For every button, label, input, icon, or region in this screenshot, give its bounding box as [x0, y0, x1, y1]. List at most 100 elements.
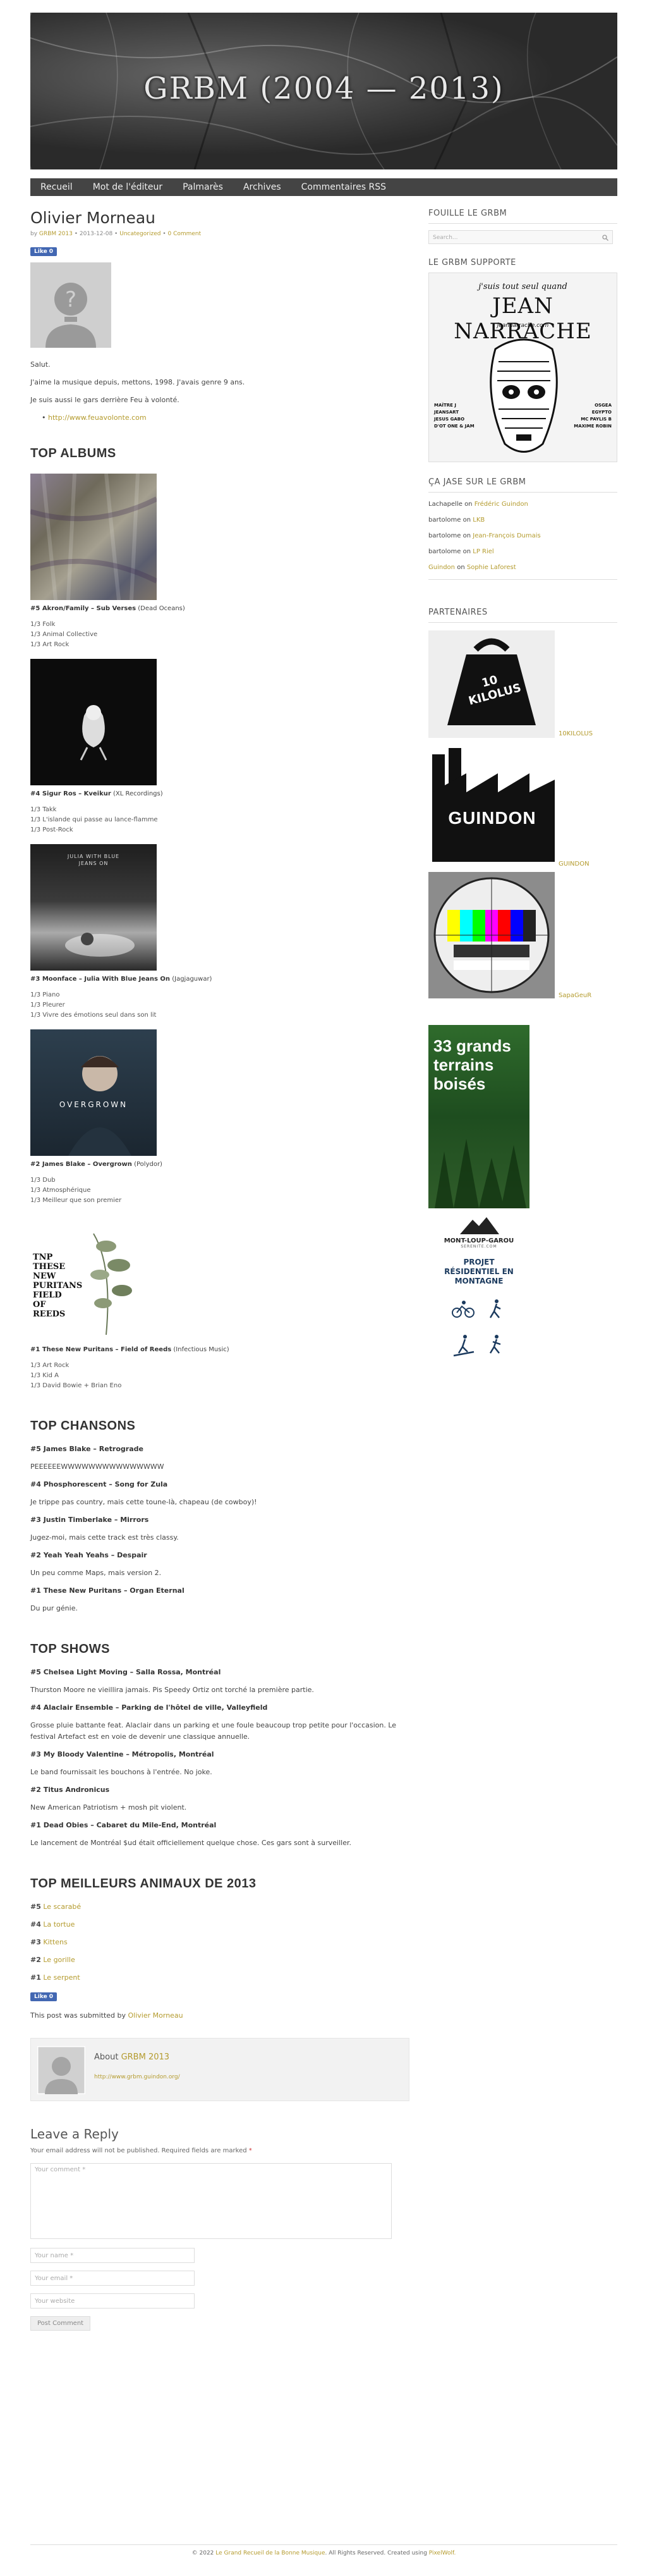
show-note: Thurston Moore ne vieillira jamais. Pis … — [30, 1686, 314, 1694]
partner-link[interactable]: 10KILOLUS — [559, 730, 593, 737]
comment-textarea[interactable]: Your comment * — [30, 2163, 392, 2239]
album-item: OVERGROWN #2 James Blake – Overgrown (Po… — [30, 1029, 409, 1206]
comment-post-link[interactable]: Jean-François Dumais — [473, 532, 540, 539]
search-icon[interactable] — [602, 235, 608, 241]
song-title: #2 Yeah Yeah Yeahs – Despair — [30, 1551, 147, 1559]
song-title: #5 James Blake – Retrograde — [30, 1445, 143, 1453]
show-title: #2 Titus Andronicus — [30, 1786, 110, 1794]
footer-theme-link[interactable]: PixelWolf. — [429, 2550, 456, 2556]
album-note: 1/3 Folk — [30, 621, 56, 628]
submitted-author-link[interactable]: Olivier Morneau — [128, 2011, 183, 2020]
song-title: #1 These New Puritans – Organ Eternal — [30, 1586, 184, 1595]
nav-item-rss[interactable]: Commentaires RSS — [291, 178, 396, 196]
partner-logo-guindon[interactable]: GUINDON — [428, 748, 555, 862]
animal-link[interactable]: La tortue — [43, 1920, 75, 1929]
intro-line-3: Je suis aussi le gars derrière Feu à vol… — [30, 396, 179, 404]
album-note: 1/3 Vivre des émotions seul dans son lit — [30, 1012, 157, 1019]
nav-item-editeur[interactable]: Mot de l'éditeur — [83, 178, 172, 196]
album-note: 1/3 Meilleur que son premier — [30, 1197, 122, 1204]
album-note: 1/3 Kid A — [30, 1372, 59, 1379]
email-field[interactable]: Your email * — [30, 2271, 195, 2286]
site-title[interactable]: GRBM (2004 — 2013) — [30, 71, 617, 106]
partner-logo-sapageur[interactable] — [428, 872, 555, 998]
partner-item: SapaGeuR — [428, 872, 617, 1002]
about-name-link[interactable]: GRBM 2013 — [121, 2052, 169, 2062]
comment-post-link[interactable]: LP Riel — [473, 548, 493, 555]
album-label: (Jagjaguwar) — [172, 976, 212, 983]
album-note: 1/3 L'islande qui passe au lance-flamme — [30, 816, 158, 823]
mont-loup-garou-ad[interactable]: 33 grands terrains boisés MONT-LOUP-GARO… — [428, 1025, 529, 1404]
animal-rank: #5 — [30, 1903, 41, 1911]
footer-site-link[interactable]: Le Grand Recueil de la Bonne Musique — [215, 2550, 325, 2556]
mask-face-icon — [490, 338, 558, 453]
site-banner[interactable]: GRBM (2004 — 2013) — [30, 13, 617, 169]
song-note: Je trippe pas country, mais cette toune-… — [30, 1498, 257, 1506]
album-cover-overgrown[interactable]: OVERGROWN — [30, 1029, 157, 1156]
album-item: #5 Akron/Family – Sub Verses (Dead Ocean… — [30, 474, 409, 650]
feu-a-volonte-link[interactable]: http://www.feuavolonte.com — [48, 414, 147, 422]
main-nav: Recueil Mot de l'éditeur Palmarès Archiv… — [30, 178, 617, 196]
recent-comments-list: Lachapelle on Frédéric Guindon bartolome… — [428, 496, 617, 580]
required-star: * — [248, 2147, 252, 2154]
show-title: #1 Dead Obies – Cabaret du Mile-End, Mon… — [30, 1821, 217, 1829]
album-item: JULIA WITH BLUE JEANS ON #3 Moonface – J… — [30, 844, 409, 1021]
partner-link[interactable]: GUINDON — [559, 861, 590, 868]
facebook-like-button[interactable]: Like 0 — [30, 247, 57, 256]
meta-category-link[interactable]: Uncategorized — [119, 231, 160, 237]
animals-heading: TOP MEILLEURS ANIMAUX DE 2013 — [30, 1877, 257, 1891]
animal-link[interactable]: Le serpent — [43, 1973, 80, 1982]
song-note: Du pur génie. — [30, 1604, 78, 1612]
album-note: 1/3 Pleurer — [30, 1002, 65, 1009]
meta-comments-link[interactable]: 0 Comment — [167, 231, 201, 237]
album-note: 1/3 Piano — [30, 991, 60, 998]
partner-item: 10 KILOLUS 10KILOLUS — [428, 630, 617, 740]
meta-author-link[interactable]: GRBM 2013 — [39, 231, 73, 237]
poster-credit: JESUS GABO — [434, 417, 465, 422]
nav-item-archives[interactable]: Archives — [233, 178, 291, 196]
website-field[interactable]: Your website — [30, 2293, 195, 2309]
nav-item-recueil[interactable]: Recueil — [30, 178, 83, 196]
svg-text:?: ? — [65, 287, 76, 312]
album-cover-moonface[interactable]: JULIA WITH BLUE JEANS ON — [30, 844, 157, 971]
post-title[interactable]: Olivier Morneau — [30, 209, 409, 227]
facebook-like-button-bottom[interactable]: Like 0 — [30, 1992, 57, 2001]
poster-credits-left: MAÎTRE J JEANSART JESUS GABO D'OT ONE & … — [434, 402, 475, 430]
comment-post-link[interactable]: Frédéric Guindon — [475, 501, 528, 508]
search-widget-title: FOUILLE LE GRBM — [428, 209, 617, 224]
albums-heading: TOP ALBUMS — [30, 446, 116, 460]
album-cover-kveikur[interactable] — [30, 659, 157, 785]
site-footer: © 2022 Le Grand Recueil de la Bonne Musi… — [30, 2544, 617, 2556]
album-label: (Dead Oceans) — [138, 605, 185, 612]
about-label: About — [94, 2052, 119, 2062]
post-meta: by GRBM 2013 • 2013-12-08 • Uncategorize… — [30, 231, 409, 237]
comment-post-link[interactable]: Sophie Laforest — [467, 564, 516, 571]
comment-on: on — [463, 548, 471, 555]
default-avatar-icon: ? — [30, 262, 111, 348]
author-website-link[interactable]: http://www.grbm.guindon.org/ — [94, 2074, 180, 2080]
album-cover-field-of-reeds[interactable]: TNP THESE NEW PURITANS FIELD OF REEDS — [30, 1215, 157, 1341]
show-note: Le lancement de Montréal $ud était offic… — [30, 1839, 351, 1847]
partner-link[interactable]: SapaGeuR — [559, 992, 591, 999]
animal-link[interactable]: Le scarabé — [43, 1903, 81, 1911]
search-input[interactable]: Search... — [428, 230, 613, 244]
jean-narrache-poster[interactable]: j'suis tout seul quand JEAN NARRACHE jea… — [428, 273, 617, 462]
album-cover-akron[interactable] — [30, 474, 157, 600]
album-title: #4 Sigur Ros – Kveikur — [30, 790, 111, 797]
comment-author-link[interactable]: Guindon — [428, 564, 455, 571]
show-title: #3 My Bloody Valentine – Métropolis, Mon… — [30, 1750, 214, 1758]
poster-credit: MAÎTRE J — [434, 403, 456, 408]
comment-post-link[interactable]: LKB — [473, 517, 485, 524]
animals-list: #5 Le scarabé #4 La tortue #3 Kittens #2… — [30, 1901, 409, 1984]
page-wrapper: GRBM (2004 — 2013) Recueil Mot de l'édit… — [30, 13, 617, 2331]
album-title: #1 These New Puritans – Field of Reeds — [30, 1346, 172, 1353]
album-item: TNP THESE NEW PURITANS FIELD OF REEDS #1… — [30, 1215, 409, 1391]
album-note: 1/3 Post-Rock — [30, 826, 73, 833]
animal-link[interactable]: Le gorille — [43, 1956, 75, 1964]
animal-link[interactable]: Kittens — [43, 1938, 67, 1946]
nav-item-palmares[interactable]: Palmarès — [172, 178, 233, 196]
hiker-icon — [489, 1299, 501, 1318]
post-comment-button[interactable]: Post Comment — [30, 2316, 91, 2331]
album-title: #2 James Blake – Overgrown — [30, 1161, 132, 1168]
name-field[interactable]: Your name * — [30, 2248, 195, 2263]
partner-logo-10kilolus[interactable]: 10 KILOLUS — [428, 630, 555, 738]
